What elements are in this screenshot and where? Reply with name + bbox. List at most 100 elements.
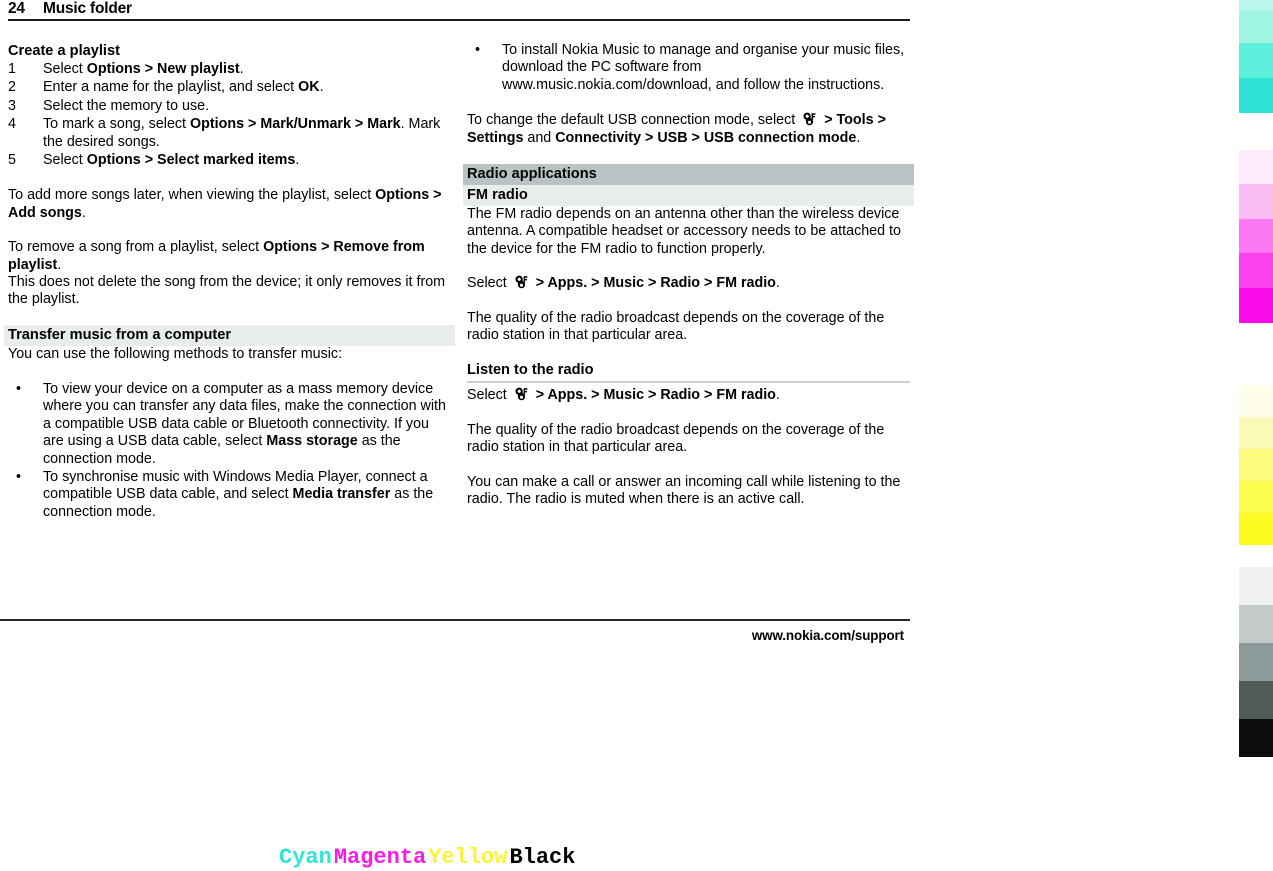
calibration-swatch (1239, 681, 1273, 719)
emphasis-text: Options (86, 61, 145, 77)
menu-key-icon (514, 387, 529, 401)
emphasis-text: Options (190, 116, 248, 133)
bullet-item-text: To view your device on a computer as a m… (43, 381, 451, 468)
calibration-swatch (1239, 417, 1273, 449)
body-text: To mark a song, select (43, 116, 191, 133)
paragraph-listen-quality: The quality of the radio broadcast depen… (467, 422, 910, 457)
body-text: To add more songs later, when viewing th… (8, 187, 376, 204)
calibration-yellow-group (1239, 385, 1273, 545)
bullet-marker-icon: • (475, 42, 481, 58)
emphasis-text: Connectivity (555, 129, 645, 146)
body-text: Select the memory to use. (43, 97, 210, 114)
page-number: 24 (8, 0, 25, 17)
emphasis-text: > (144, 61, 158, 77)
emphasis-text: FM radio (716, 275, 776, 292)
heading-listen-to-the-radio: Listen to the radio (467, 361, 910, 384)
emphasis-text: > (704, 275, 717, 292)
emphasis-text: > (877, 112, 886, 129)
emphasis-text: Apps. (547, 387, 592, 404)
calibration-swatch (1239, 481, 1273, 513)
calibration-swatch (1239, 567, 1273, 605)
body-text: To install Nokia Music to manage and org… (502, 42, 905, 93)
calibration-swatch (1239, 605, 1273, 643)
heading-radio-applications: Radio applications (463, 164, 914, 186)
calibration-swatch (1239, 78, 1273, 113)
emphasis-text: > (433, 187, 442, 204)
body-text: You can make a call or answer an incomin… (467, 473, 901, 507)
emphasis-text: Mark/Unmark (260, 116, 355, 133)
emphasis-text: Mark (367, 116, 401, 133)
heading-transfer-music-from-a-computer: Transfer music from a computer (4, 325, 455, 347)
body-text: . (239, 61, 244, 77)
list-item-number: 3 (8, 97, 16, 114)
registration-colour-names: CyanMagentaYellowBlack (279, 845, 577, 870)
emphasis-text: > (704, 387, 717, 404)
calibration-swatch (1239, 150, 1273, 184)
paragraph-usb-connection-mode: To change the default USB connection mod… (467, 112, 910, 147)
calibration-cyan-group (1239, 0, 1273, 113)
calibration-swatch (1239, 253, 1273, 288)
body-text: . (775, 387, 780, 404)
emphasis-text: USB connection mode (703, 129, 857, 146)
calibration-swatch (1239, 219, 1273, 253)
list-item-text: Select Options > New playlist. (43, 61, 451, 78)
nokia-music-bullet-list: • To install Nokia Music to manage and or… (467, 42, 910, 94)
emphasis-text: Options (86, 152, 145, 169)
body-text: The FM radio depends on an antenna other… (467, 206, 901, 257)
heading-create-a-playlist: Create a playlist (8, 43, 120, 59)
emphasis-text: Media transfer (292, 486, 391, 503)
numbered-list-item: 3 Select the memory to use. (8, 98, 451, 115)
emphasis-text: USB (657, 129, 692, 146)
bullet-item-text: To install Nokia Music to manage and org… (502, 42, 910, 94)
body-text: . (57, 256, 62, 273)
header-divider (8, 19, 910, 21)
emphasis-text: > (648, 387, 661, 404)
emphasis-text: > (591, 275, 604, 292)
body-text: To change the default USB connection mod… (467, 112, 800, 129)
registration-mark-magenta: Magenta (333, 845, 427, 870)
emphasis-text: > (321, 239, 334, 256)
body-text: Select (43, 152, 87, 169)
left-column: Create a playlist 1 Select Options > New … (4, 42, 455, 522)
body-text: . (295, 152, 300, 169)
list-item-number: 4 (8, 116, 16, 133)
emphasis-text: Options (375, 187, 434, 204)
registration-mark-yellow: Yellow (428, 845, 508, 870)
paragraph-listen-select-path: Select > Apps. > Music > Radio > FM radi… (467, 387, 910, 404)
calibration-gray-group (1239, 567, 1273, 757)
bullet-marker-icon: • (16, 380, 22, 397)
body-text: The quality of the radio broadcast depen… (467, 309, 885, 344)
running-head: 24 Music folder (8, 0, 910, 22)
list-item-text: To mark a song, select Options > Mark/Un… (43, 116, 451, 151)
footer-divider (0, 619, 910, 621)
body-text: The quality of the radio broadcast depen… (467, 421, 885, 456)
paragraph-fm-select-path: Select > Apps. > Music > Radio > FM radi… (467, 275, 910, 292)
body-text: . (319, 79, 324, 96)
bullet-list-item: • To install Nokia Music to manage and or… (467, 42, 910, 94)
list-item-number: 1 (8, 61, 16, 77)
colour-calibration-strip (1239, 0, 1273, 871)
registration-mark-black: Black (509, 845, 576, 870)
body-text: and (523, 129, 556, 146)
menu-key-icon (802, 112, 817, 126)
emphasis-text: > (591, 387, 604, 404)
paragraph-fm-antenna: The FM radio depends on an antenna other… (467, 206, 910, 258)
emphasis-text: Settings (467, 129, 524, 146)
paragraph-add-songs: To add more songs later, when viewing th… (8, 187, 451, 222)
emphasis-text: Radio (660, 387, 705, 404)
paragraph-fm-quality: The quality of the radio broadcast depen… (467, 310, 910, 345)
calibration-swatch (1239, 513, 1273, 545)
bullet-item-text: To synchronise music with Windows Media … (43, 469, 451, 521)
list-item-number: 2 (8, 79, 16, 96)
bullet-marker-icon: • (16, 468, 22, 485)
heading-fm-radio: FM radio (463, 185, 914, 207)
calibration-swatch (1239, 288, 1273, 323)
create-playlist-steps: 1 Select Options > New playlist. 2 Enter a … (8, 61, 451, 169)
paragraph-transfer-intro: You can use the following methods to tra… (8, 346, 451, 363)
registration-mark-cyan: Cyan (279, 845, 332, 870)
emphasis-text: Mass storage (266, 433, 358, 450)
body-text: . (856, 129, 861, 146)
emphasis-text: New playlist (157, 61, 240, 77)
list-item-number: 5 (8, 152, 16, 169)
emphasis-text: Music (603, 387, 648, 404)
